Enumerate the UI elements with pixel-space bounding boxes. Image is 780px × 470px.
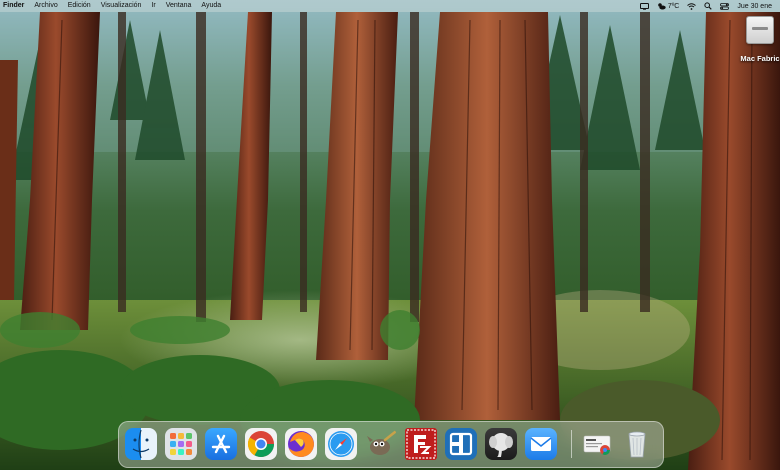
dock-launchpad[interactable] — [165, 428, 197, 460]
dock-trash[interactable] — [621, 428, 653, 460]
menu-bar-status: 7ºC Jue 30 ene — [636, 0, 780, 12]
gimp-icon — [367, 430, 397, 455]
safari-icon — [328, 431, 354, 457]
launchpad-icon — [170, 433, 192, 455]
dock-chrome[interactable] — [245, 428, 277, 460]
display-icon[interactable] — [636, 0, 653, 12]
dock-safari[interactable] — [325, 428, 357, 460]
desktop-item-mac-fabric[interactable]: Mac Fabric — [738, 16, 780, 63]
firefox-icon — [288, 431, 314, 457]
dock-gimp[interactable] — [365, 428, 397, 460]
mail-icon — [530, 437, 552, 451]
weather-temp: 7ºC — [667, 2, 680, 10]
menu-bar: Finder Archivo Edición Visualización Ir … — [0, 0, 780, 12]
desktop-item-label: Mac Fabric — [740, 54, 780, 63]
dock-firefox[interactable] — [285, 428, 317, 460]
remote-desktop-icon — [449, 432, 473, 456]
dock-finder[interactable] — [125, 428, 157, 460]
dock-downloads-stack[interactable] — [581, 428, 613, 460]
hard-drive-icon — [746, 16, 774, 44]
wifi-icon[interactable] — [683, 0, 700, 12]
dock-remote-desktop[interactable] — [445, 428, 477, 460]
menu-edicion[interactable]: Edición — [63, 0, 96, 12]
dock-mail[interactable] — [525, 428, 557, 460]
search-icon[interactable] — [700, 0, 716, 12]
app-store-icon — [211, 434, 231, 454]
control-center-icon[interactable] — [716, 0, 733, 12]
trash-icon — [628, 431, 646, 458]
elephant-icon — [489, 433, 513, 457]
menu-ventana[interactable]: Ventana — [161, 0, 197, 12]
filezilla-icon — [406, 429, 436, 459]
dock — [118, 421, 664, 468]
dock-sequel-ace[interactable] — [485, 428, 517, 460]
menu-bar-left: Finder Archivo Edición Visualización Ir … — [0, 0, 226, 12]
menu-archivo[interactable]: Archivo — [29, 0, 62, 12]
weather-icon[interactable]: 7ºC — [653, 0, 684, 12]
desktop-wallpaper — [0, 0, 780, 470]
chrome-icon — [247, 431, 275, 458]
menu-ayuda[interactable]: Ayuda — [196, 0, 226, 12]
menu-app-finder[interactable]: Finder — [2, 0, 29, 12]
menu-visualizacion[interactable]: Visualización — [96, 0, 147, 12]
finder-icon — [132, 429, 150, 459]
dock-separator — [571, 430, 572, 458]
dock-filezilla[interactable] — [405, 428, 437, 460]
menu-clock[interactable]: Jue 30 ene — [733, 3, 774, 10]
downloads-stack-icon — [583, 435, 611, 455]
menu-ir[interactable]: Ir — [146, 0, 160, 12]
dock-app-store[interactable] — [205, 428, 237, 460]
